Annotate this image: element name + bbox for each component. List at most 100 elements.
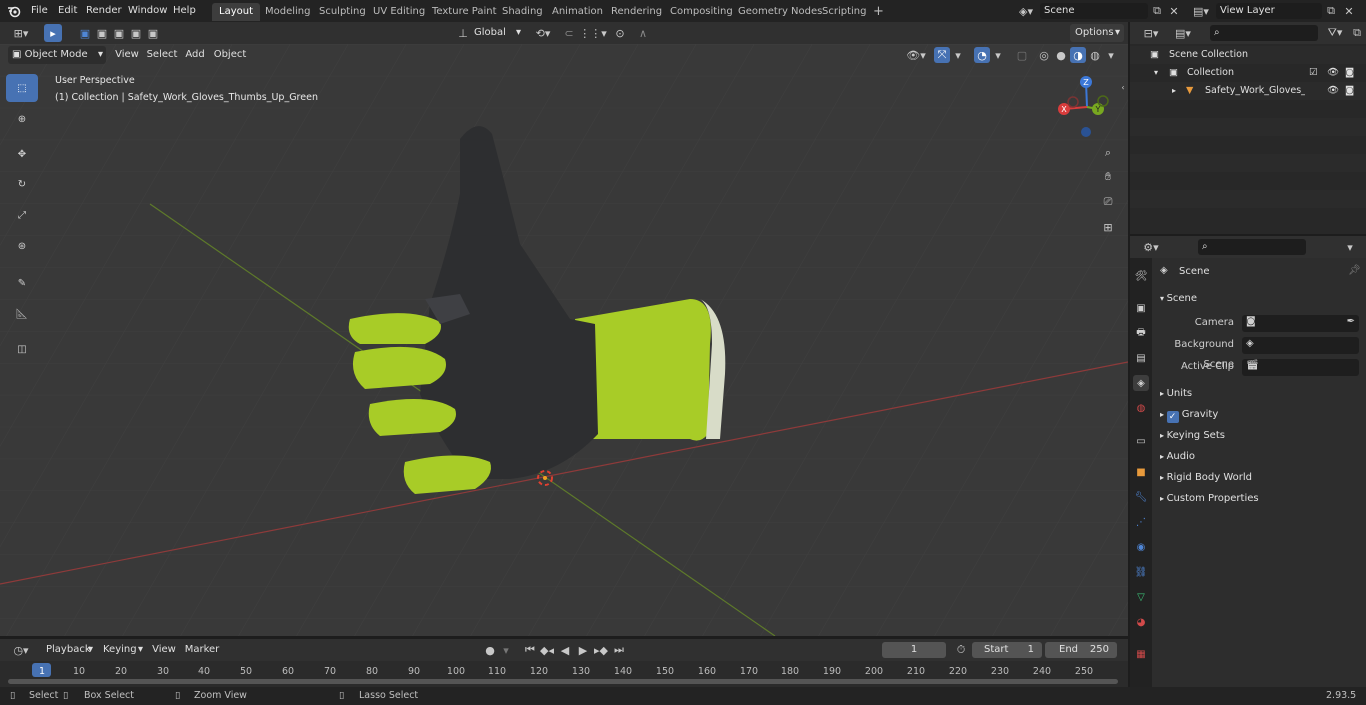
menu-window[interactable]: Window (128, 0, 167, 22)
editor-type-icon[interactable]: ⚙▾ (1138, 239, 1164, 255)
menu-view[interactable]: View (151, 641, 177, 659)
scene-icon[interactable]: ◈▾ (1014, 3, 1038, 19)
camera-icon[interactable]: ◙ (1345, 64, 1354, 82)
particles-tab-icon[interactable]: ⋰ (1133, 514, 1149, 530)
scene-panel-header[interactable]: ▾ Scene (1160, 289, 1360, 309)
properties-search-input[interactable]: ⌕ (1198, 239, 1306, 255)
pivot-point-icon[interactable]: ⟲▾ (530, 25, 556, 41)
texture-tab-icon[interactable]: ▦ (1133, 646, 1149, 662)
eye-icon[interactable]: 👁︎ (1327, 82, 1339, 100)
tab-modeling[interactable]: Modeling (258, 3, 318, 21)
select-tool-icon[interactable]: ▸ (44, 24, 62, 42)
menu-object[interactable]: Object (212, 46, 248, 64)
play-reverse-icon[interactable]: ◀ (557, 642, 573, 658)
constraints-tab-icon[interactable]: ⛓︎ (1133, 564, 1149, 580)
chevron-down-icon[interactable]: ▾ (992, 47, 1004, 63)
editor-type-icon[interactable]: ⊟▾ (1138, 25, 1164, 41)
pin-icon[interactable]: 📌︎ (1348, 265, 1361, 276)
new-view-layer-icon[interactable]: ⧉ (1323, 3, 1339, 19)
tab-uv-editing[interactable]: UV Editing (366, 3, 432, 21)
stopwatch-icon[interactable]: ⏱︎ (953, 642, 969, 658)
add-cube-tool[interactable]: ◫ (6, 335, 38, 363)
chevron-down-icon[interactable]: ▾ (1105, 47, 1117, 63)
snap-target-icon[interactable]: ⋮⋮▾ (579, 25, 607, 41)
outliner-row-scene-collection[interactable]: ▣ Scene Collection (1130, 46, 1366, 64)
end-frame-field[interactable]: End 250 (1045, 642, 1117, 658)
tab-sculpting[interactable]: Sculpting (312, 3, 373, 21)
close-icon[interactable]: ✕ (1342, 3, 1356, 19)
outliner-row-glove-object[interactable]: ▸ ▼ Safety_Work_Gloves_Thu 👁︎ ◙ (1130, 82, 1366, 100)
ortho-grid-icon[interactable]: ⊞ (1098, 217, 1118, 237)
tab-compositing[interactable]: Compositing (663, 3, 740, 21)
select-mode-extend-icon[interactable]: ▣ (95, 25, 109, 41)
output-tab-icon[interactable]: 🖶︎ (1133, 325, 1149, 341)
eye-icon[interactable]: 👁︎ (1327, 64, 1339, 82)
current-frame-field[interactable]: 1 (882, 642, 946, 658)
outliner-search-input[interactable]: ⌕ (1210, 25, 1318, 41)
menu-add[interactable]: Add (183, 46, 207, 64)
tab-animation[interactable]: Animation (545, 3, 610, 21)
collection-tab-icon[interactable]: ▭ (1133, 433, 1149, 449)
select-mode-invert-icon[interactable]: ▣ (129, 25, 143, 41)
physics-tab-icon[interactable]: ◉ (1133, 539, 1149, 555)
display-mode-icon[interactable]: ▤▾ (1170, 25, 1196, 41)
tab-texture-paint[interactable]: Texture Paint (425, 3, 504, 21)
tab-rendering[interactable]: Rendering (604, 3, 669, 21)
options-dropdown[interactable]: Options ▾ (1070, 24, 1124, 42)
rendered-shading-icon[interactable]: ◍ (1087, 47, 1103, 63)
transform-orientation-icon[interactable]: ⊥ (455, 25, 471, 41)
view-layer-icon[interactable]: ▤▾ (1189, 3, 1213, 19)
wireframe-shading-icon[interactable]: ◎ (1036, 47, 1052, 63)
section-audio[interactable]: ▸ Audio (1160, 447, 1360, 467)
editor-type-icon[interactable]: ◷▾ (8, 642, 34, 658)
menu-render[interactable]: Render (86, 0, 122, 22)
record-icon[interactable]: ● (482, 642, 498, 658)
scene-tab-icon[interactable]: ◈ (1133, 375, 1149, 391)
scene-name-field[interactable]: Scene (1040, 3, 1148, 19)
menu-file[interactable]: File (31, 0, 48, 22)
data-tab-icon[interactable]: ▽ (1133, 589, 1149, 605)
menu-playback[interactable]: Playback ▾ (40, 641, 96, 659)
active-clip-field[interactable]: 🎬︎ (1242, 359, 1359, 376)
camera-view-icon[interactable]: ⎚ (1098, 192, 1118, 212)
move-tool[interactable]: ✥ (6, 140, 38, 168)
timeline-scrollbar[interactable] (8, 679, 1118, 684)
zoom-icon[interactable]: ⌕ (1098, 143, 1118, 163)
annotate-tool[interactable]: ✎ (6, 269, 38, 297)
background-scene-field[interactable]: ◈ (1242, 337, 1359, 354)
camera-icon[interactable]: ◙ (1345, 82, 1354, 100)
section-units[interactable]: ▸ Units (1160, 384, 1360, 404)
next-keyframe-icon[interactable]: ▸◆ (593, 642, 609, 658)
visibility-icon[interactable]: 👁︎▾ (903, 47, 929, 63)
disclosure-down-icon[interactable]: ▾ (1154, 64, 1158, 82)
select-mode-new-icon[interactable]: ▣ (78, 25, 92, 41)
sidebar-toggle-icon[interactable]: ‹ (1118, 80, 1128, 94)
section-custom-properties[interactable]: ▸ Custom Properties (1160, 489, 1360, 509)
menu-keying[interactable]: Keying ▾ (98, 641, 146, 659)
add-workspace-button[interactable]: + (866, 3, 891, 21)
snap-icon[interactable]: ⊂ (561, 25, 577, 41)
xray-icon[interactable]: ▢ (1014, 47, 1030, 63)
3d-viewport[interactable]: User Perspective (1) Collection | Safety… (0, 44, 1128, 636)
chevron-down-icon[interactable]: ▾ (500, 642, 512, 658)
new-scene-icon[interactable]: ⧉ (1149, 3, 1165, 19)
blender-logo-icon[interactable] (6, 3, 22, 19)
material-shading-icon[interactable]: ◑ (1070, 47, 1086, 63)
section-rigid-body-world[interactable]: ▸ Rigid Body World (1160, 468, 1360, 488)
include-checkbox-icon[interactable]: ☑ (1309, 64, 1318, 82)
scale-tool[interactable]: ⤢ (6, 201, 38, 229)
menu-view[interactable]: View (113, 46, 141, 64)
modifier-tab-icon[interactable]: 🔧︎ (1133, 489, 1149, 505)
transform-orientation-dropdown[interactable]: Global ▾ (470, 24, 524, 42)
close-icon[interactable]: ✕ (1167, 3, 1181, 19)
rotate-tool[interactable]: ↻ (6, 170, 38, 198)
chevron-down-icon[interactable]: ▾ (952, 47, 964, 63)
section-gravity[interactable]: ▸ ✓ Gravity (1160, 405, 1360, 425)
camera-field[interactable]: ◙ ✒ (1242, 315, 1359, 332)
world-tab-icon[interactable]: ◍ (1133, 400, 1149, 416)
menu-edit[interactable]: Edit (58, 0, 77, 22)
cursor-tool[interactable]: ⊕ (6, 105, 38, 133)
view-layer-tab-icon[interactable]: ▤ (1133, 350, 1149, 366)
jump-start-icon[interactable]: ⏮ (522, 642, 538, 658)
menu-select[interactable]: Select (145, 46, 179, 64)
